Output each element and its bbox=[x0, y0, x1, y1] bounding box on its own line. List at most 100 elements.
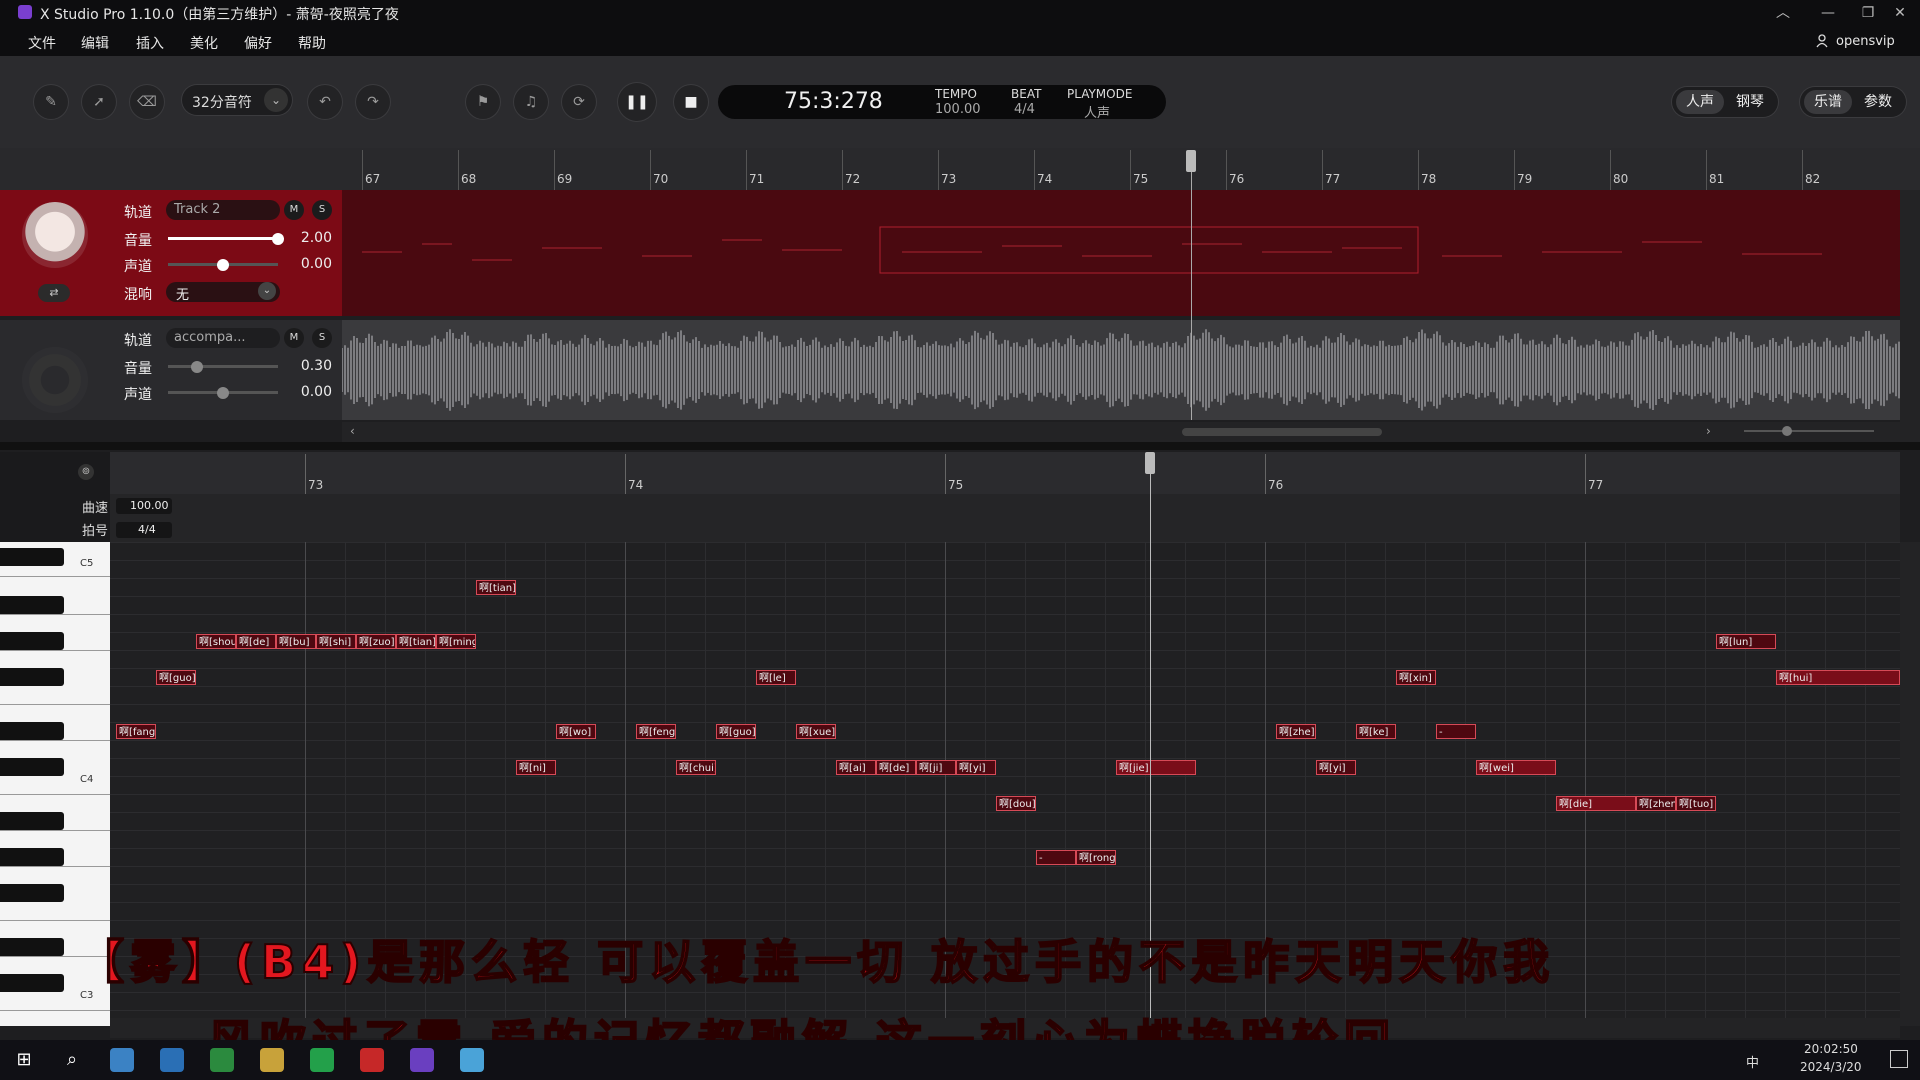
collapse-icon[interactable]: ︿ bbox=[1763, 2, 1803, 24]
note-block[interactable]: 啊[ji] bbox=[916, 760, 956, 775]
store-icon[interactable] bbox=[110, 1048, 134, 1072]
photos-icon[interactable] bbox=[460, 1048, 484, 1072]
pr-tempo-value[interactable]: 100.00 bbox=[130, 499, 169, 512]
piano-roll-ruler[interactable] bbox=[110, 452, 1900, 494]
panel-divider[interactable] bbox=[0, 442, 1920, 450]
media-app-icon[interactable] bbox=[360, 1048, 384, 1072]
piano-tab[interactable]: 钢琴 bbox=[1726, 90, 1774, 114]
track2-name-field[interactable]: accompa... bbox=[166, 328, 280, 348]
marker-icon[interactable]: ⚑ bbox=[466, 85, 500, 119]
note-block[interactable]: 啊[wo] bbox=[556, 724, 596, 739]
note-block[interactable]: 啊[shi] bbox=[316, 634, 356, 649]
arrangement-ruler[interactable] bbox=[0, 148, 1920, 190]
track-menu-icon[interactable]: ⇄ bbox=[38, 284, 70, 302]
user-name[interactable]: opensvip bbox=[1836, 34, 1895, 49]
note-block[interactable]: 啊[guo] bbox=[156, 670, 196, 685]
clock-time[interactable]: 20:02:50 bbox=[1804, 1042, 1858, 1056]
browser-icon[interactable] bbox=[210, 1048, 234, 1072]
note-block[interactable]: 啊[tian] bbox=[396, 634, 436, 649]
user-icon[interactable] bbox=[1816, 34, 1828, 48]
note-block[interactable]: 啊[shou bbox=[196, 634, 236, 649]
playhead-handle[interactable] bbox=[1186, 150, 1196, 172]
track2-solo-button[interactable]: S bbox=[312, 328, 332, 348]
scroll-thumb[interactable] bbox=[1182, 428, 1382, 436]
black-key[interactable] bbox=[0, 812, 64, 830]
black-key[interactable] bbox=[0, 632, 64, 650]
redo-icon[interactable]: ↷ bbox=[356, 85, 390, 119]
score-tab[interactable]: 乐谱 bbox=[1804, 90, 1852, 114]
menu-help[interactable]: 帮助 bbox=[298, 33, 326, 53]
xstudio-icon[interactable] bbox=[410, 1048, 434, 1072]
menu-preferences[interactable]: 偏好 bbox=[244, 33, 272, 53]
note-block[interactable]: 啊[le] bbox=[756, 670, 796, 685]
scroll-left-icon[interactable]: ‹ bbox=[350, 424, 355, 438]
black-key[interactable] bbox=[0, 884, 64, 902]
clock-date[interactable]: 2024/3/20 bbox=[1800, 1060, 1862, 1074]
zoom-knob[interactable] bbox=[1782, 426, 1792, 436]
note-block[interactable]: 啊[tian] bbox=[476, 580, 516, 595]
arrangement-playhead[interactable] bbox=[1191, 150, 1192, 420]
note-block[interactable]: 啊[rong bbox=[1076, 850, 1116, 865]
track-lane-vocal[interactable] bbox=[342, 190, 1900, 316]
note-block[interactable]: 啊[dou] bbox=[996, 796, 1036, 811]
note-block[interactable]: 啊[ni] bbox=[516, 760, 556, 775]
chevron-down-icon[interactable]: ⌄ bbox=[264, 88, 288, 112]
note-block[interactable]: 啊[ming bbox=[436, 634, 476, 649]
note-block[interactable]: - bbox=[1036, 850, 1076, 865]
arrangement-horizontal-scrollbar[interactable] bbox=[342, 422, 1900, 442]
windows-start-icon[interactable]: ⊞ bbox=[12, 1048, 36, 1072]
voice-tab[interactable]: 人声 bbox=[1676, 90, 1724, 114]
black-key[interactable] bbox=[0, 548, 64, 566]
playmode-value[interactable]: 人声 bbox=[1084, 102, 1110, 121]
note-block[interactable]: 啊[de] bbox=[876, 760, 916, 775]
note-block[interactable]: 啊[xin] bbox=[1396, 670, 1436, 685]
note-block[interactable]: - bbox=[1436, 724, 1476, 739]
black-key[interactable] bbox=[0, 974, 64, 992]
note-block[interactable]: 啊[feng bbox=[636, 724, 676, 739]
track2-mute-button[interactable]: M bbox=[284, 328, 304, 348]
track1-solo-button[interactable]: S bbox=[312, 200, 332, 220]
arrangement-vertical-scrollbar[interactable] bbox=[1900, 190, 1920, 442]
piano-roll-playhead-handle[interactable] bbox=[1145, 452, 1155, 474]
note-block[interactable]: 啊[die] bbox=[1556, 796, 1636, 811]
note-block[interactable]: 啊[wei] bbox=[1476, 760, 1556, 775]
track1-mute-button[interactable]: M bbox=[284, 200, 304, 220]
menu-beautify[interactable]: 美化 bbox=[190, 33, 218, 53]
pause-icon[interactable]: ❚❚ bbox=[618, 83, 656, 121]
pr-beat-value[interactable]: 4/4 bbox=[138, 523, 156, 536]
note-block[interactable]: 啊[tuo] bbox=[1676, 796, 1716, 811]
note-block[interactable]: 啊[lun] bbox=[1716, 634, 1776, 649]
singer-avatar[interactable] bbox=[22, 202, 88, 268]
eraser-tool-icon[interactable]: ⌫ bbox=[130, 85, 164, 119]
zoom-slider[interactable] bbox=[1744, 430, 1874, 432]
note-block[interactable]: 啊[hui] bbox=[1776, 670, 1900, 685]
note-block[interactable]: 啊[zuo] bbox=[356, 634, 396, 649]
black-key[interactable] bbox=[0, 668, 64, 686]
note-block[interactable]: 啊[zhen bbox=[1636, 796, 1676, 811]
black-key[interactable] bbox=[0, 722, 64, 740]
notification-icon[interactable] bbox=[1890, 1050, 1908, 1068]
note-block[interactable]: 啊[xue] bbox=[796, 724, 836, 739]
beat-value[interactable]: 4/4 bbox=[1014, 102, 1035, 117]
black-key[interactable] bbox=[0, 938, 64, 956]
note-block[interactable]: 啊[zhe] bbox=[1276, 724, 1316, 739]
stop-icon[interactable]: ■ bbox=[674, 85, 708, 119]
track1-pan-knob[interactable] bbox=[217, 259, 229, 271]
note-block[interactable]: 啊[chui] bbox=[676, 760, 716, 775]
note-block[interactable]: 啊[ai] bbox=[836, 760, 876, 775]
close-button[interactable]: ✕ bbox=[1880, 2, 1920, 24]
track-lane-accompaniment[interactable] bbox=[342, 320, 1900, 420]
note-block[interactable]: 啊[ke] bbox=[1356, 724, 1396, 739]
mail-icon[interactable] bbox=[160, 1048, 184, 1072]
track2-volume-slider[interactable] bbox=[168, 365, 278, 368]
undo-icon[interactable]: ↶ bbox=[308, 85, 342, 119]
params-tab[interactable]: 参数 bbox=[1854, 90, 1902, 114]
select-tool-icon[interactable]: ➚ bbox=[82, 85, 116, 119]
note-block[interactable]: 啊[de] bbox=[236, 634, 276, 649]
note-block[interactable]: 啊[jie] bbox=[1116, 760, 1196, 775]
note-block[interactable]: 啊[yi] bbox=[1316, 760, 1356, 775]
track2-pan-knob[interactable] bbox=[217, 387, 229, 399]
black-key[interactable] bbox=[0, 596, 64, 614]
black-key[interactable] bbox=[0, 848, 64, 866]
settings-icon[interactable]: ⊚ bbox=[78, 464, 94, 480]
